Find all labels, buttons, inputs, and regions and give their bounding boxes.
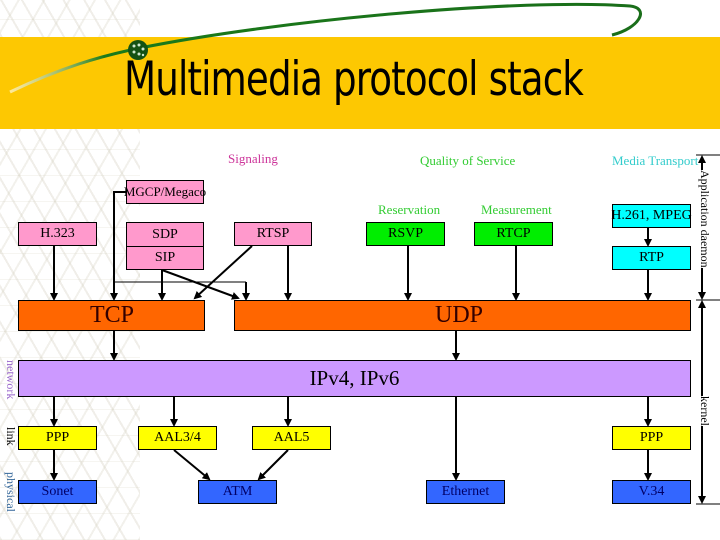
box-h261-mpeg: H.261, MPEG xyxy=(611,204,692,228)
label-reservation: Reservation xyxy=(378,202,441,217)
box-rsvp: RSVP xyxy=(366,222,445,246)
label-kernel: kernel xyxy=(697,396,712,426)
box-mgcp-megaco: MGCP/Megaco xyxy=(124,180,206,204)
label-signaling: Signaling xyxy=(228,151,278,166)
box-rtp: RTP xyxy=(612,246,691,270)
box-sip: SIP xyxy=(126,246,204,270)
arrow-aal34-atm xyxy=(173,449,211,481)
box-sonet: Sonet xyxy=(18,480,97,504)
label-media-transport: Media Transport xyxy=(612,153,699,168)
box-tcp: TCP xyxy=(18,300,205,331)
box-ethernet: Ethernet xyxy=(426,480,505,504)
box-rtcp: RTCP xyxy=(474,222,553,246)
label-physical: physical xyxy=(4,472,18,512)
label-measurement: Measurement xyxy=(481,202,552,217)
box-aal5: AAL5 xyxy=(252,426,331,450)
box-v34: V.34 xyxy=(612,480,691,504)
label-network: network xyxy=(4,360,18,400)
box-udp: UDP xyxy=(234,300,691,331)
connector-lines xyxy=(50,154,720,505)
box-rtsp: RTSP xyxy=(234,222,312,246)
box-ipv4-ipv6: IPv4, IPv6 xyxy=(18,360,691,397)
label-application-daemon: Application daemon xyxy=(697,170,712,268)
box-ppp-left: PPP xyxy=(18,426,97,450)
box-aal34: AAL3/4 xyxy=(138,426,217,450)
box-ppp-right: PPP xyxy=(612,426,691,450)
arrow-aal5-atm xyxy=(257,449,289,481)
box-h323: H.323 xyxy=(18,222,97,246)
box-atm: ATM xyxy=(198,480,277,504)
arrow-mgcp-tcp xyxy=(110,191,126,301)
box-sdp: SDP xyxy=(126,222,204,247)
label-qos: Quality of Service xyxy=(420,153,516,168)
label-link: link xyxy=(4,427,18,446)
